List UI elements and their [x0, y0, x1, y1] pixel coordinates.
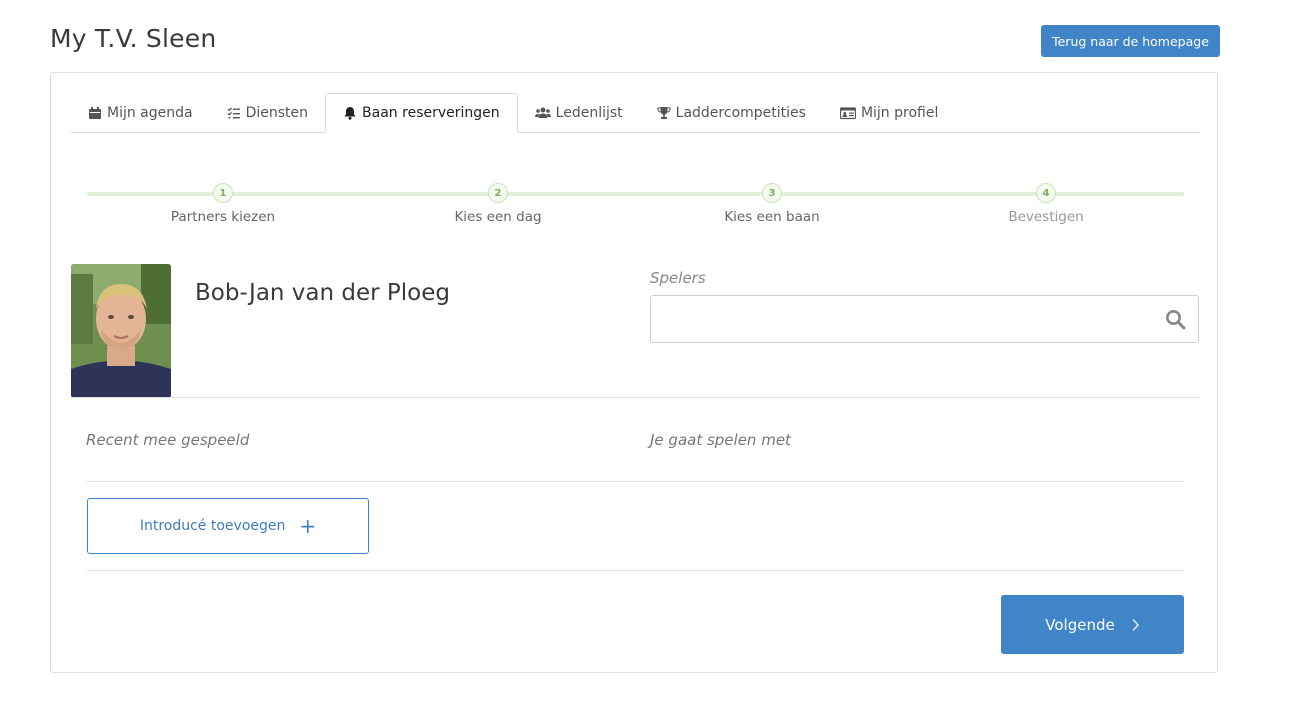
- player-search-field[interactable]: [650, 295, 1199, 343]
- trophy-icon: [657, 106, 671, 119]
- add-guest-button[interactable]: Introducé toevoegen +: [87, 498, 369, 554]
- chevron-right-icon: [1132, 618, 1139, 631]
- step-number: 2: [488, 183, 508, 203]
- step-number: 1: [213, 183, 233, 203]
- users-icon: [534, 107, 551, 118]
- tab-diensten[interactable]: Diensten: [210, 93, 325, 132]
- step-kies-een-dag: 2 Kies een dag: [398, 183, 598, 225]
- booking-stepper: 1 Partners kiezen 2 Kies een dag 3 Kies …: [87, 183, 1184, 233]
- id-card-icon: [839, 106, 856, 119]
- divider: [86, 481, 1184, 482]
- step-bevestigen: 4 Bevestigen: [946, 183, 1146, 225]
- step-label: Partners kiezen: [170, 209, 276, 225]
- tab-label: Laddercompetities: [675, 104, 806, 121]
- reservation-card: Mijn agenda Diensten Baan reserveringen …: [50, 72, 1218, 673]
- step-number: 3: [762, 183, 782, 203]
- tab-label: Baan reserveringen: [362, 105, 500, 121]
- plus-icon: +: [299, 514, 317, 538]
- avatar: [71, 264, 171, 398]
- checklist-icon: [227, 107, 240, 118]
- step-label: Kies een baan: [724, 209, 820, 225]
- step-number: 4: [1036, 183, 1056, 203]
- search-icon[interactable]: [1165, 309, 1186, 330]
- next-button[interactable]: Volgende: [1001, 595, 1184, 654]
- tab-mijn-profiel[interactable]: Mijn profiel: [823, 93, 955, 132]
- tab-label: Diensten: [245, 104, 309, 121]
- players-label: Spelers: [650, 269, 706, 287]
- tab-label: Ledenlijst: [555, 104, 623, 121]
- recent-partners-heading: Recent mee gespeeld: [86, 431, 250, 449]
- calendar-icon: [89, 106, 101, 119]
- step-partners-kiezen: 1 Partners kiezen: [123, 183, 323, 225]
- playing-with-heading: Je gaat spelen met: [650, 431, 791, 449]
- add-guest-label: Introducé toevoegen: [139, 518, 286, 534]
- back-to-homepage-button[interactable]: Terug naar de homepage: [1041, 25, 1220, 57]
- tab-ledenlijst[interactable]: Ledenlijst: [518, 93, 640, 132]
- tab-label: Mijn agenda: [107, 104, 193, 121]
- player-search-input[interactable]: [651, 296, 1165, 342]
- bell-icon: [344, 107, 356, 120]
- tab-laddercompetities[interactable]: Laddercompetities: [640, 93, 823, 132]
- tab-label: Mijn profiel: [860, 104, 939, 121]
- tab-baan-reserveringen[interactable]: Baan reserveringen: [325, 93, 518, 133]
- divider: [71, 397, 1200, 398]
- page-title: My T.V. Sleen: [50, 24, 217, 53]
- step-label: Bevestigen: [1008, 209, 1084, 225]
- step-kies-een-baan: 3 Kies een baan: [672, 183, 872, 225]
- player-name: Bob-Jan van der Ploeg: [195, 280, 450, 306]
- step-label: Kies een dag: [454, 209, 542, 225]
- tab-mijn-agenda[interactable]: Mijn agenda: [71, 93, 210, 132]
- next-label: Volgende: [1045, 615, 1115, 634]
- tab-bar: Mijn agenda Diensten Baan reserveringen …: [71, 93, 1200, 133]
- divider: [86, 570, 1184, 571]
